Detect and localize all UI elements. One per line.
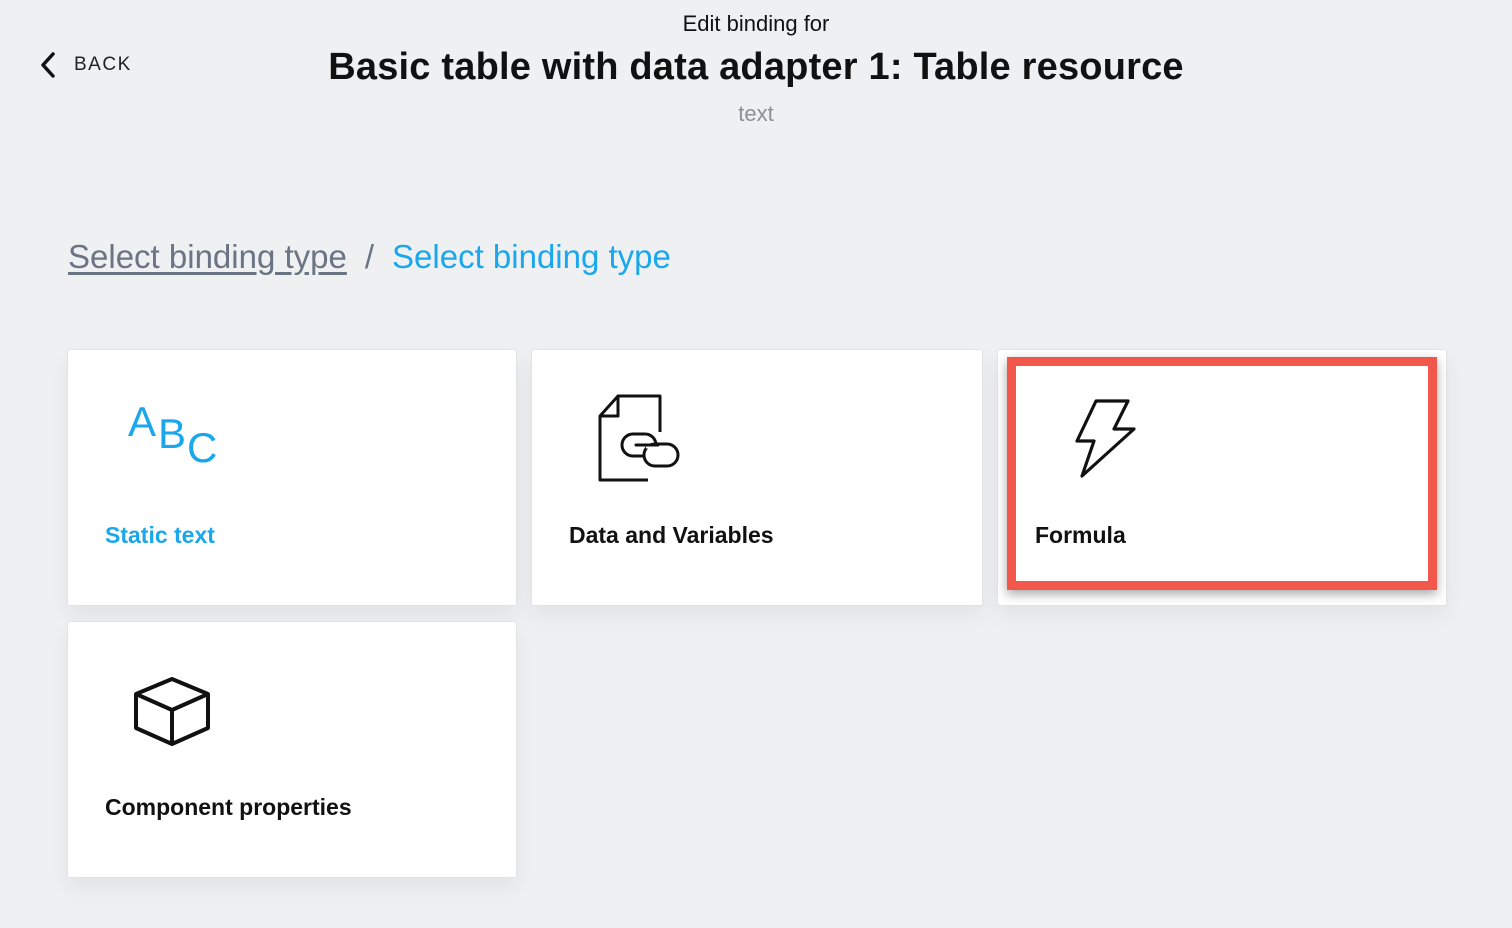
page: BACK Edit binding for Basic table with d… [0,0,1512,928]
header-eyebrow: Edit binding for [682,11,830,36]
binding-card-static-text[interactable]: A B C Static text [67,349,517,606]
breadcrumb-parent-link[interactable]: Select binding type [68,238,347,276]
abc-letter-b: B [158,410,187,457]
binding-card-label: Data and Variables [569,522,774,548]
page-title: Basic table with data adapter 1: Table r… [328,46,1184,88]
binding-card-label: Static text [105,522,215,548]
binding-card-component-properties[interactable]: Component properties [67,621,517,878]
binding-card-formula[interactable]: Formula [997,349,1447,606]
page-header: Edit binding for Basic table with data a… [0,10,1512,128]
abc-letter-a: A [128,398,157,445]
binding-card-label: Formula [1035,522,1126,548]
breadcrumb-current: Select binding type [392,238,671,275]
cube-icon [134,677,210,746]
breadcrumb: Select binding type / Select binding typ… [68,238,671,276]
linked-document-icon [598,394,680,482]
page-subtitle: text [738,101,774,126]
lightning-bolt-icon [1075,399,1136,478]
abc-letter-c: C [187,424,218,471]
binding-card-data-and-variables[interactable]: Data and Variables [531,349,983,606]
binding-card-label: Component properties [105,794,352,820]
abc-text-icon: A B C [128,398,228,478]
breadcrumb-separator: / [364,238,375,275]
